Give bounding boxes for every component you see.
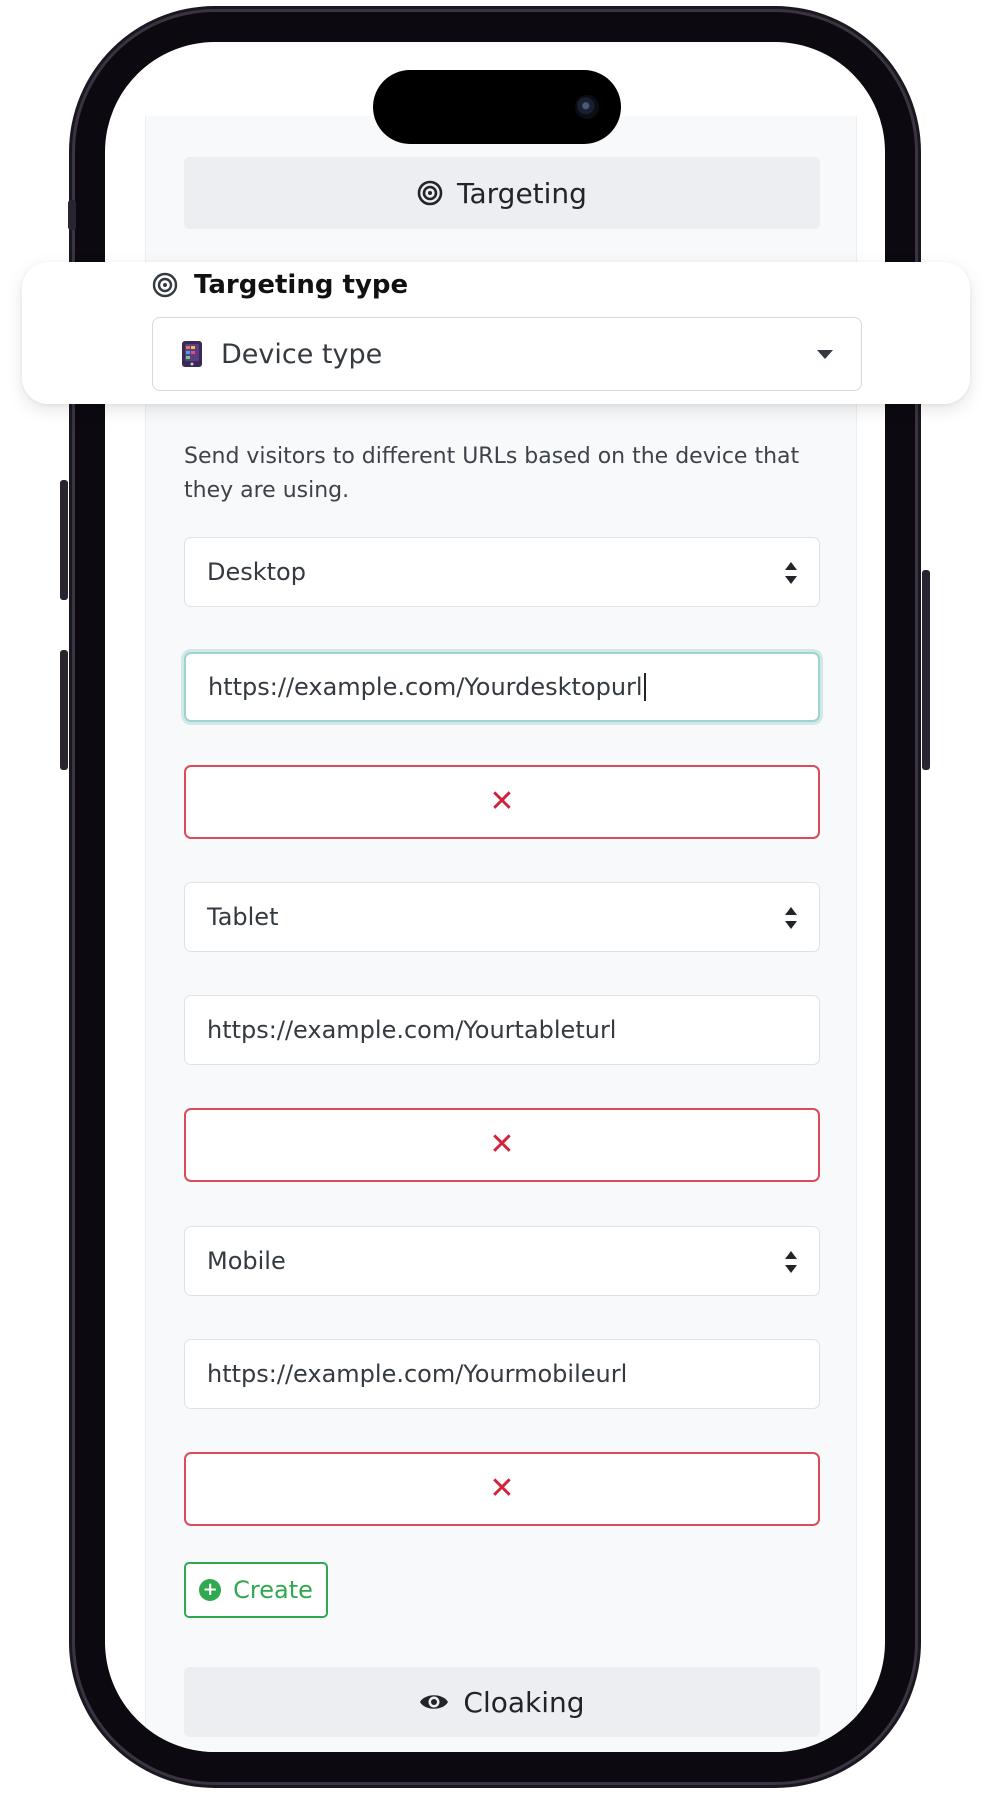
select-updown-icon — [785, 907, 797, 929]
device-select-desktop[interactable]: Desktop — [184, 537, 820, 607]
close-icon: ✕ — [489, 1471, 515, 1506]
targeting-section-header[interactable]: Targeting — [184, 157, 820, 229]
url-input-mobile[interactable]: https://example.com/Yourmobileurl — [184, 1339, 820, 1409]
targeting-type-label-row: Targeting type — [152, 270, 408, 300]
target-icon — [417, 180, 443, 206]
create-button-label: Create — [233, 1576, 313, 1604]
plus-circle-icon: + — [199, 1579, 222, 1601]
device-select-value: Desktop — [207, 558, 306, 586]
remove-rule-button-tablet[interactable]: ✕ — [184, 1108, 820, 1182]
target-icon — [152, 272, 178, 298]
targeting-type-label: Targeting type — [194, 270, 409, 300]
text-cursor — [643, 673, 646, 701]
dynamic-island — [373, 70, 621, 144]
eye-icon — [419, 1691, 449, 1713]
close-icon: ✕ — [489, 1127, 515, 1162]
camera-icon — [575, 95, 599, 119]
device-select-value: Tablet — [207, 903, 279, 931]
url-input-desktop[interactable]: https://example.com/Yourdesktopurl — [184, 652, 820, 722]
device-select-tablet[interactable]: Tablet — [184, 882, 820, 952]
cloaking-section-header[interactable]: Cloaking — [184, 1667, 820, 1737]
device-icon — [181, 340, 203, 368]
url-input-value: https://example.com/Yourdesktopurl — [208, 673, 643, 701]
remove-rule-button-mobile[interactable]: ✕ — [184, 1452, 820, 1526]
url-input-value: https://example.com/Yourmobileurl — [207, 1360, 628, 1388]
targeting-type-value: Device type — [221, 338, 383, 370]
phone-volume-up — [60, 480, 68, 600]
device-select-mobile[interactable]: Mobile — [184, 1226, 820, 1296]
create-rule-button[interactable]: + Create — [184, 1562, 328, 1618]
select-updown-icon — [785, 1251, 797, 1273]
close-icon: ✕ — [489, 784, 515, 819]
device-select-value: Mobile — [207, 1247, 286, 1275]
targeting-description: Send visitors to different URLs based on… — [184, 444, 800, 503]
remove-rule-button-desktop[interactable]: ✕ — [184, 765, 820, 839]
phone-volume-down — [60, 650, 68, 770]
select-updown-icon — [785, 562, 797, 584]
url-input-tablet[interactable]: https://example.com/Yourtableturl — [184, 995, 820, 1065]
chevron-down-icon — [817, 350, 833, 359]
targeting-type-card: Targeting type Device type — [22, 262, 970, 404]
targeting-section-label: Targeting — [457, 176, 587, 210]
url-input-value: https://example.com/Yourtableturl — [207, 1016, 617, 1044]
cloaking-section-label: Cloaking — [463, 1685, 585, 1719]
targeting-type-select[interactable]: Device type — [152, 317, 862, 391]
phone-side-button — [68, 200, 76, 230]
phone-power-button — [922, 570, 930, 770]
